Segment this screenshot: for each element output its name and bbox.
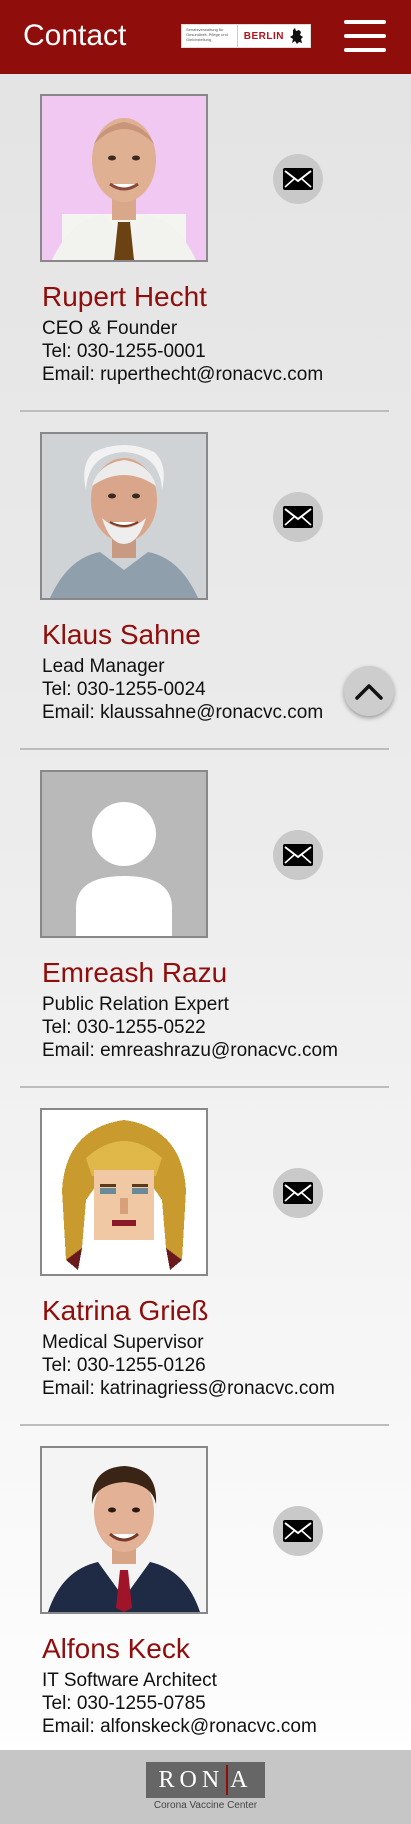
rona-logo-left: RON xyxy=(158,1766,225,1793)
contact-name: Klaus Sahne xyxy=(42,619,201,650)
chevron-up-icon xyxy=(355,684,383,700)
contact-card: Rupert Hecht CEO & Founder Tel: 030-1255… xyxy=(0,74,411,412)
envelope-icon xyxy=(283,1520,313,1542)
contact-tel[interactable]: Tel: 030-1255-0522 xyxy=(42,1016,206,1039)
contact-photo xyxy=(40,1108,208,1276)
email-button[interactable] xyxy=(273,1168,323,1218)
envelope-icon xyxy=(283,844,313,866)
contact-photo xyxy=(40,94,208,262)
contact-email[interactable]: Email: emreashrazu@ronacvc.com xyxy=(42,1039,338,1062)
contact-email[interactable]: Email: ruperthecht@ronacvc.com xyxy=(42,363,323,386)
berlin-logo-word: BERLIN xyxy=(243,30,284,42)
email-button[interactable] xyxy=(273,154,323,204)
contact-role: Lead Manager xyxy=(42,656,165,677)
email-button[interactable] xyxy=(273,492,323,542)
rona-logo-separator xyxy=(226,1765,229,1795)
footer-tagline: Corona Vaccine Center xyxy=(153,1800,258,1811)
contact-card: Emreash Razu Public Relation Expert Tel:… xyxy=(0,750,411,1088)
contact-photo xyxy=(40,1446,208,1614)
berlin-bear-icon xyxy=(290,28,304,44)
contact-name: Alfons Keck xyxy=(42,1633,190,1664)
contact-role: Public Relation Expert xyxy=(42,994,229,1015)
contact-email[interactable]: Email: klaussahne@ronacvc.com xyxy=(42,701,323,724)
contact-card: Katrina Grieß Medical Supervisor Tel: 03… xyxy=(0,1088,411,1426)
contact-role: CEO & Founder xyxy=(42,318,178,339)
contact-tel[interactable]: Tel: 030-1255-0001 xyxy=(42,340,206,363)
envelope-icon xyxy=(283,1182,313,1204)
envelope-icon xyxy=(283,168,313,190)
contact-tel[interactable]: Tel: 030-1255-0126 xyxy=(42,1354,206,1377)
contact-name: Rupert Hecht xyxy=(42,281,207,312)
rona-logo-right: A xyxy=(230,1766,253,1793)
contact-name: Katrina Grieß xyxy=(42,1295,209,1326)
rona-logo[interactable]: RON A xyxy=(146,1762,265,1798)
contact-role: Medical Supervisor xyxy=(42,1332,204,1353)
envelope-icon xyxy=(283,506,313,528)
contact-list: Rupert Hecht CEO & Founder Tel: 030-1255… xyxy=(0,74,411,1764)
contact-photo xyxy=(40,432,208,600)
contact-card: Alfons Keck IT Software Architect Tel: 0… xyxy=(0,1426,411,1764)
scroll-to-top-button[interactable] xyxy=(344,666,394,716)
footer: RON A Corona Vaccine Center xyxy=(0,1750,411,1824)
berlin-logo-subtitle: Senatsverwaltung für Gesundheit, Pflege … xyxy=(182,25,238,47)
email-button[interactable] xyxy=(273,1506,323,1556)
contact-email[interactable]: Email: alfonskeck@ronacvc.com xyxy=(42,1715,317,1738)
page-title: Contact xyxy=(23,19,127,52)
contact-role: IT Software Architect xyxy=(42,1670,217,1691)
contact-tel[interactable]: Tel: 030-1255-0785 xyxy=(42,1692,206,1715)
app-header: Contact Senatsverwaltung für Gesundheit,… xyxy=(0,0,411,74)
contact-email[interactable]: Email: katrinagriess@ronacvc.com xyxy=(42,1377,335,1400)
menu-button[interactable] xyxy=(344,20,386,52)
contact-tel[interactable]: Tel: 030-1255-0024 xyxy=(42,678,206,701)
contact-photo xyxy=(40,770,208,938)
contact-name: Emreash Razu xyxy=(42,957,228,988)
berlin-logo: Senatsverwaltung für Gesundheit, Pflege … xyxy=(181,24,311,48)
email-button[interactable] xyxy=(273,830,323,880)
